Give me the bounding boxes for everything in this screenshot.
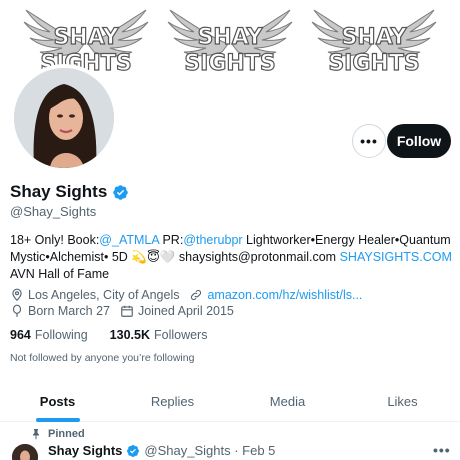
- profile-name-row: Shay Sights: [10, 182, 129, 202]
- link-icon: [191, 289, 202, 301]
- verified-badge-icon[interactable]: [112, 184, 129, 201]
- followers-count[interactable]: 130.5K: [110, 328, 150, 342]
- balloon-icon: [12, 304, 22, 317]
- following-label[interactable]: Following: [35, 328, 88, 342]
- bio-line-3: AVN Hall of Fame: [10, 267, 110, 281]
- pinned-indicator: Pinned: [30, 428, 85, 440]
- svg-text:SIGHTS: SIGHTS: [328, 51, 419, 76]
- post-author-name[interactable]: Shay Sights: [48, 443, 122, 458]
- shay-sights-logo: SHAY SIGHTS: [162, 4, 298, 82]
- pinned-label: Pinned: [48, 428, 85, 440]
- svg-text:SIGHTS: SIGHTS: [184, 51, 275, 76]
- profile-joined: Joined April 2015: [137, 304, 234, 318]
- not-followed-notice: Not followed by anyone you’re following: [10, 352, 195, 364]
- pin-icon: [33, 429, 39, 440]
- post-handle-date[interactable]: @Shay_Sights · Feb 5: [144, 443, 275, 458]
- profile-born: Born March 27: [28, 304, 110, 318]
- bio-text: Mystic•Alchemist• 5D 💫😇🤍 shaysights@prot…: [10, 250, 340, 264]
- bio-mention-therubpr[interactable]: @therubpr: [183, 233, 242, 247]
- bio-text: Lightworker•Energy Healer•Quantum: [242, 233, 451, 247]
- bio-line-2: Mystic•Alchemist• 5D 💫😇🤍 shaysights@prot…: [10, 249, 455, 266]
- profile-meta-row-2: Born March 27 Joined April 2015: [10, 304, 234, 318]
- profile-website-link[interactable]: amazon.com/hz/wishlist/ls...: [207, 288, 362, 302]
- followers-label[interactable]: Followers: [154, 328, 208, 342]
- profile-meta-row-1: Los Angeles, City of Angels amazon.com/h…: [10, 288, 362, 302]
- post-more-button[interactable]: •••: [433, 442, 451, 458]
- svg-text:SHAY: SHAY: [197, 25, 263, 50]
- logo-text-top: SHAY: [53, 25, 119, 50]
- calendar-icon: [121, 305, 133, 317]
- bio-text: 18+ Only! Book:: [10, 233, 100, 247]
- following-count[interactable]: 964: [10, 328, 31, 342]
- follow-button[interactable]: Follow: [387, 124, 451, 158]
- bio-text: PR:: [159, 233, 184, 247]
- tab-likes[interactable]: Likes: [345, 382, 460, 421]
- location-pin-icon: [12, 288, 22, 302]
- tab-posts[interactable]: Posts: [0, 382, 115, 421]
- profile-tabs: Posts Replies Media Likes: [0, 382, 460, 422]
- follow-counts: 964 Following 130.5K Followers: [10, 328, 207, 342]
- display-name: Shay Sights: [10, 182, 108, 201]
- post-author-avatar[interactable]: [12, 444, 38, 460]
- tab-replies[interactable]: Replies: [115, 382, 230, 421]
- bio-website-link[interactable]: SHAYSIGHTS.COM: [340, 250, 452, 264]
- more-options-button[interactable]: •••: [352, 124, 386, 158]
- post-header: Shay Sights @Shay_Sights · Feb 5: [48, 443, 275, 458]
- profile-bio: 18+ Only! Book:@_ATMLA PR:@therubpr Ligh…: [10, 232, 455, 283]
- profile-avatar[interactable]: [10, 64, 118, 172]
- shay-sights-logo: SHAY SIGHTS: [306, 4, 442, 82]
- profile-handle: @Shay_Sights: [10, 204, 97, 219]
- profile-location: Los Angeles, City of Angels: [28, 288, 180, 302]
- verified-badge-icon: [127, 444, 140, 457]
- tab-media[interactable]: Media: [230, 382, 345, 421]
- bio-mention-atmla[interactable]: @_ATMLA: [99, 233, 159, 247]
- bio-line-1: 18+ Only! Book:@_ATMLA PR:@therubpr Ligh…: [10, 232, 455, 249]
- svg-text:SHAY: SHAY: [341, 25, 407, 50]
